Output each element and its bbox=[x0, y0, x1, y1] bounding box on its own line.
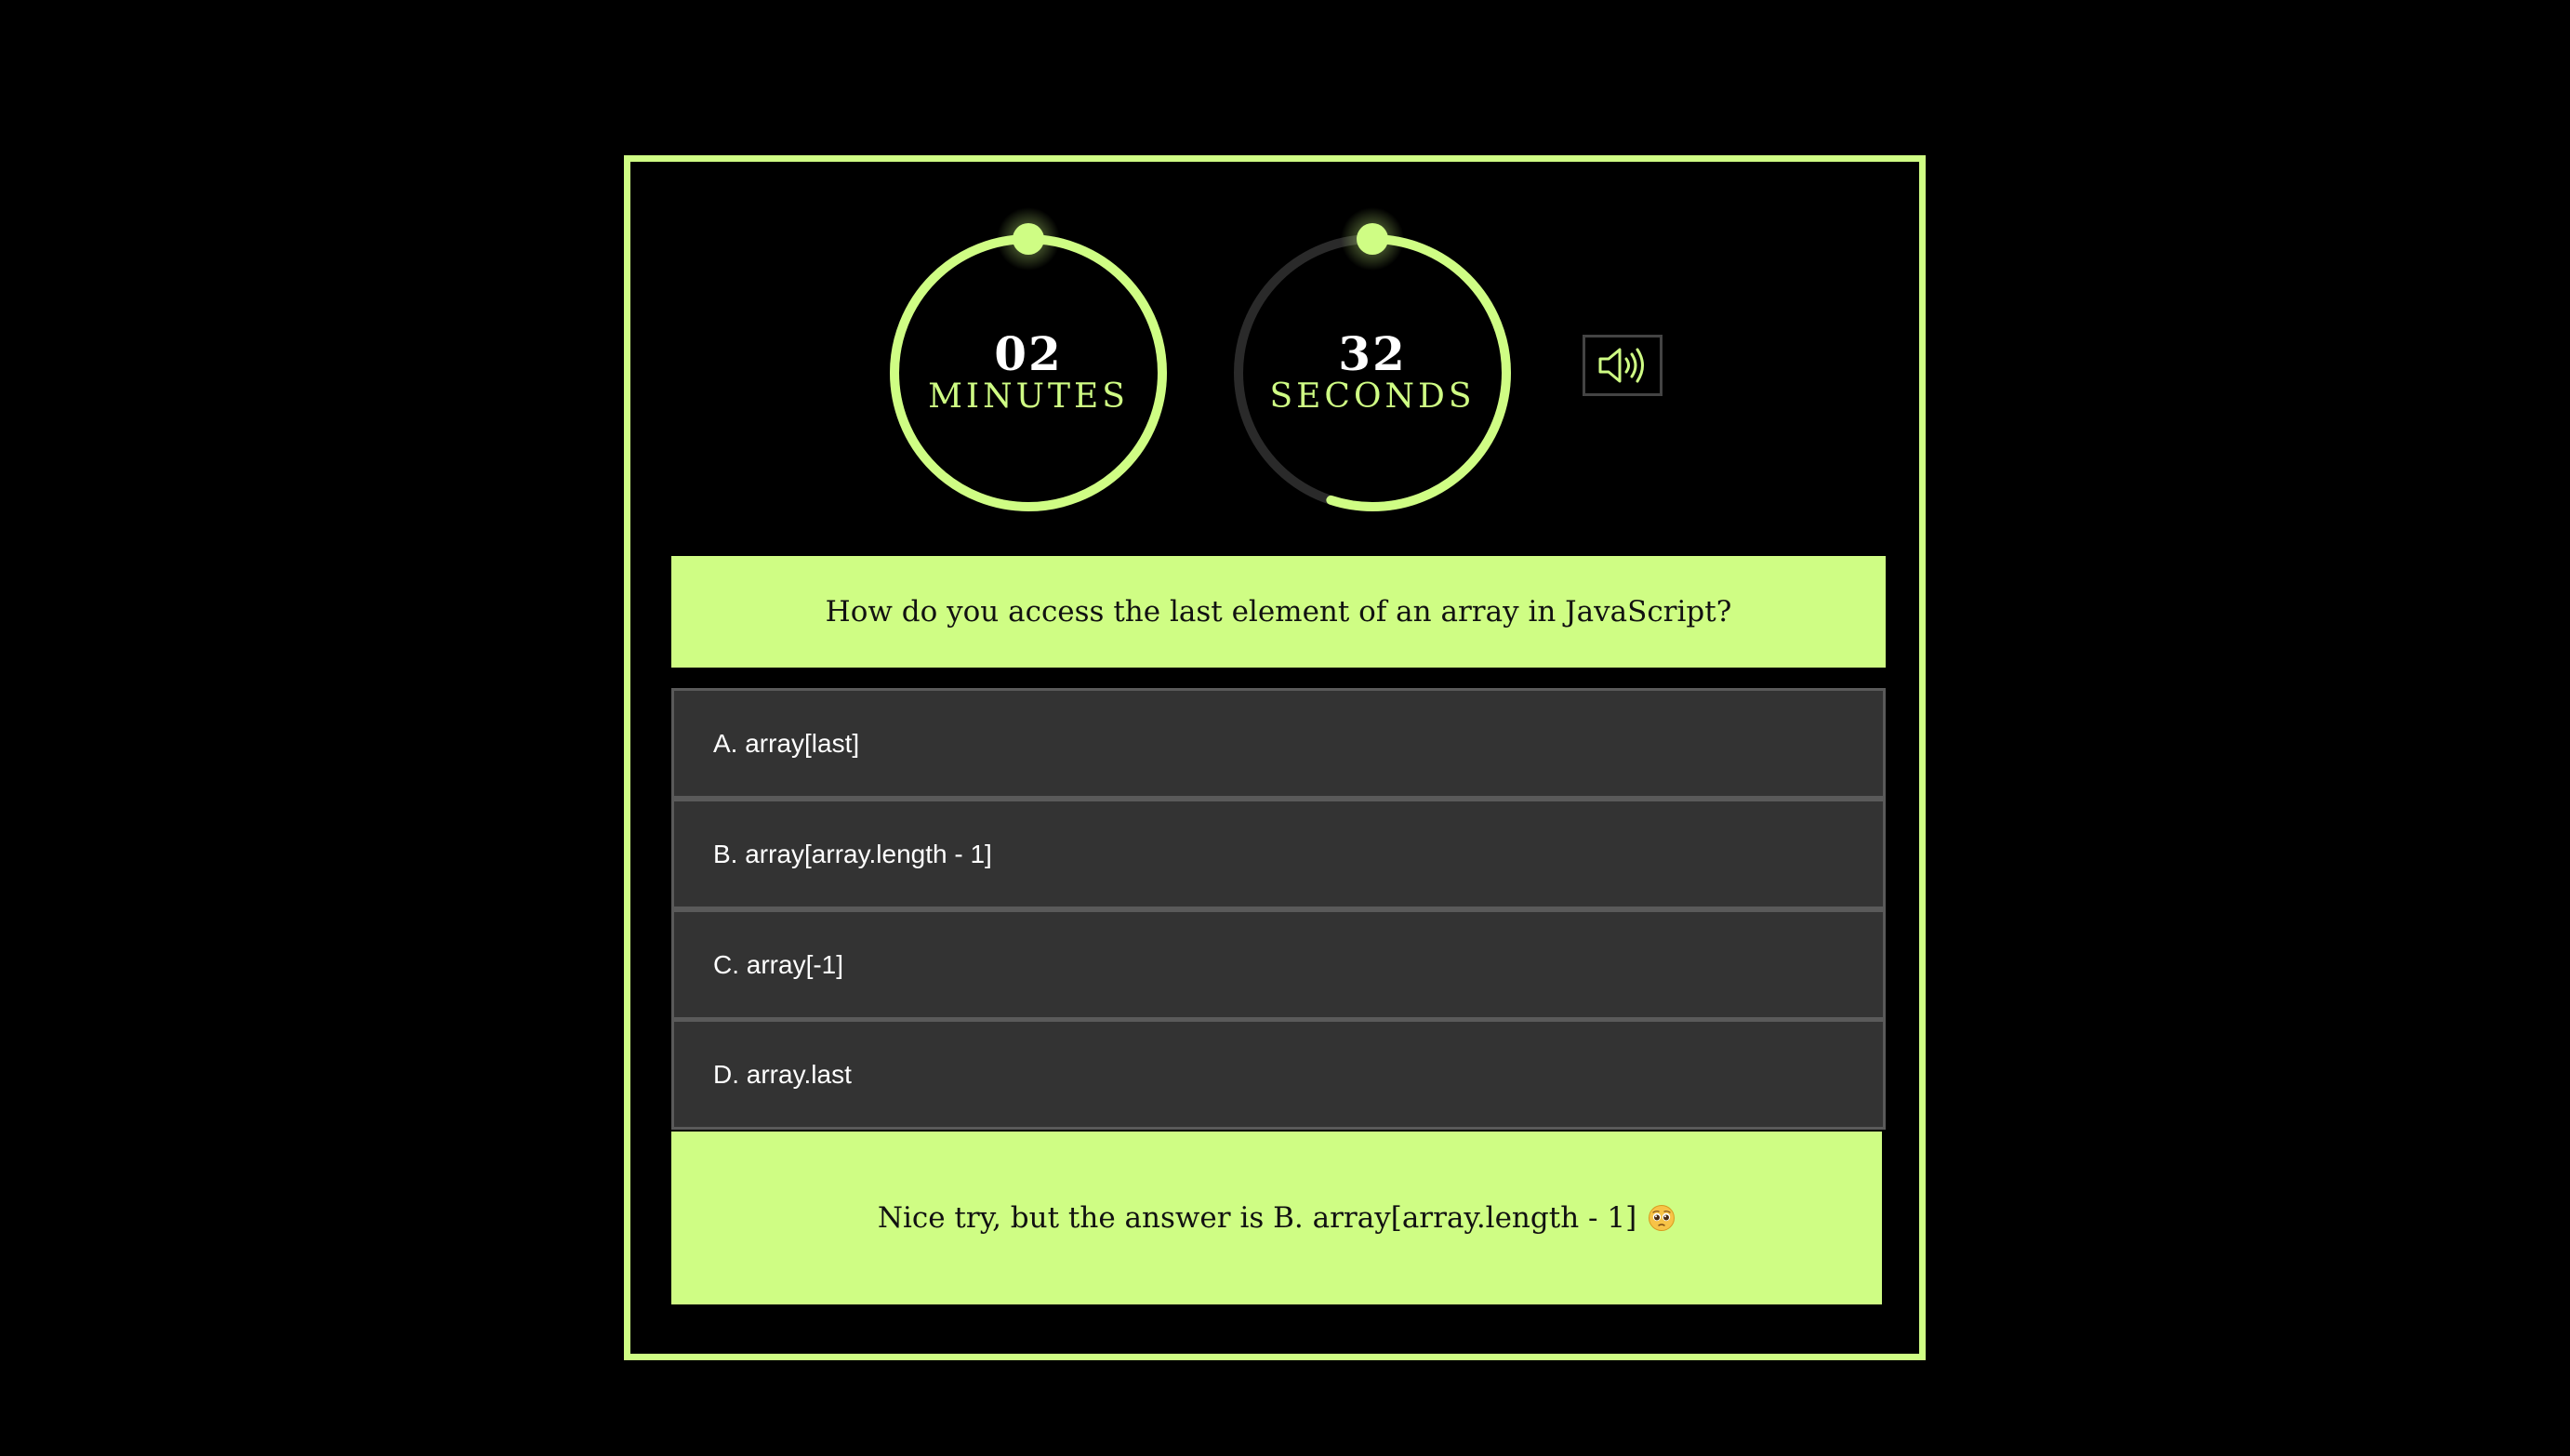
speaker-volume-icon bbox=[1598, 348, 1644, 383]
feedback-text: Nice try, but the answer is B. array[arr… bbox=[877, 1201, 1637, 1235]
feedback-banner: Nice try, but the answer is B. array[arr… bbox=[671, 1132, 1882, 1304]
option-c-button[interactable]: C. array[-1] bbox=[671, 909, 1886, 1020]
minutes-timer: 02 MINUTES bbox=[889, 207, 1168, 512]
seconds-value: 32 bbox=[1338, 326, 1407, 381]
option-a-button[interactable]: A. array[last] bbox=[671, 688, 1886, 799]
seconds-label: SECONDS bbox=[1269, 377, 1476, 416]
pleading-face-emoji-icon bbox=[1649, 1205, 1676, 1231]
option-b-button[interactable]: B. array[array.length - 1] bbox=[671, 799, 1886, 909]
seconds-timer: 32 SECONDS bbox=[1233, 207, 1512, 512]
minutes-value: 02 bbox=[994, 326, 1063, 381]
option-d-button[interactable]: D. array.last bbox=[671, 1019, 1886, 1130]
minutes-label: MINUTES bbox=[928, 377, 1129, 416]
question-text: How do you access the last element of an… bbox=[671, 556, 1886, 668]
quiz-card: 02 MINUTES 32 SECONDS How do you access … bbox=[624, 155, 1926, 1360]
sound-toggle-button[interactable] bbox=[1583, 335, 1663, 396]
